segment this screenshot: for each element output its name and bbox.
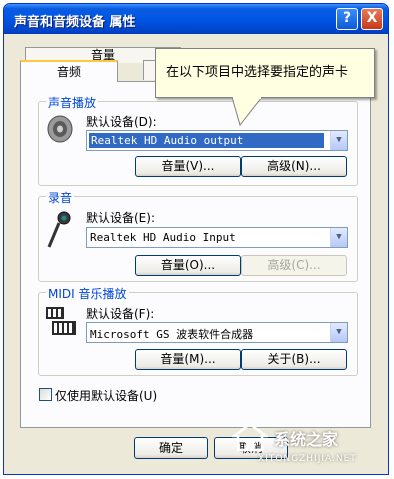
- group-recording: 录音 默认设备(E): Realtek HD Audio Input ▼ 音量(…: [38, 189, 358, 282]
- midi-device-value: Microsoft GS 波表软件合成器: [90, 328, 254, 341]
- group-title-midi: MIDI 音乐播放: [46, 285, 129, 302]
- default-device-only-checkbox[interactable]: [39, 388, 52, 401]
- watermark-text: 系统之家: [274, 430, 339, 449]
- chevron-down-icon[interactable]: ▼: [330, 323, 347, 342]
- midi-volume-button[interactable]: 音量(M)...: [135, 349, 241, 370]
- tooltip-pointer: [231, 97, 263, 127]
- recording-advanced-button: 高级(C)...: [241, 255, 347, 276]
- house-logo-icon: [232, 422, 268, 452]
- group-title-playback: 声音播放: [46, 94, 99, 111]
- default-device-only-label[interactable]: 仅使用默认设备(U): [55, 387, 157, 404]
- playback-volume-button[interactable]: 音量(V)...: [135, 156, 241, 177]
- chevron-down-icon[interactable]: ▼: [330, 131, 347, 150]
- midi-about-button[interactable]: 关于(B)...: [241, 349, 347, 370]
- group-midi-playback: MIDI 音乐播放 默认设备(F): Microsoft GS 波表软件合成器 …: [38, 285, 358, 376]
- tooltip: 在以下项目中选择要指定的声卡: [155, 48, 375, 98]
- watermark: 系统之家 XITONGZHIJIA.NET: [228, 420, 386, 472]
- midi-device-select[interactable]: Microsoft GS 波表软件合成器 ▼: [86, 322, 348, 343]
- playback-device-value: Realtek HD Audio output: [89, 133, 324, 148]
- midi-keyboard-icon: [46, 307, 76, 335]
- playback-advanced-button[interactable]: 高级(N)...: [241, 156, 347, 177]
- group-sound-playback: 声音播放 默认设备(D): Realtek HD Audio output ▼ …: [38, 94, 358, 186]
- recording-device-select[interactable]: Realtek HD Audio Input ▼: [86, 227, 348, 248]
- midi-device-label: 默认设备(F):: [86, 307, 155, 321]
- title-bar[interactable]: 声音和音频设备 属性 ? X: [4, 4, 388, 34]
- recording-device-label: 默认设备(E):: [86, 211, 155, 225]
- help-button[interactable]: ?: [336, 8, 358, 30]
- ok-button[interactable]: 确定: [134, 437, 208, 459]
- group-title-recording: 录音: [46, 189, 75, 206]
- recording-volume-button[interactable]: 音量(O)...: [135, 255, 241, 276]
- close-button[interactable]: X: [361, 8, 383, 30]
- microphone-icon: [47, 211, 71, 248]
- playback-device-label: 默认设备(D):: [86, 115, 157, 129]
- window-title: 声音和音频设备 属性: [14, 15, 136, 30]
- recording-device-value: Realtek HD Audio Input: [90, 231, 236, 244]
- watermark-url: XITONGZHIJIA.NET: [258, 454, 357, 464]
- playback-device-select[interactable]: Realtek HD Audio output ▼: [86, 130, 348, 151]
- tab-audio[interactable]: 音频: [20, 60, 118, 82]
- speaker-icon: [47, 115, 73, 143]
- chevron-down-icon[interactable]: ▼: [330, 228, 347, 247]
